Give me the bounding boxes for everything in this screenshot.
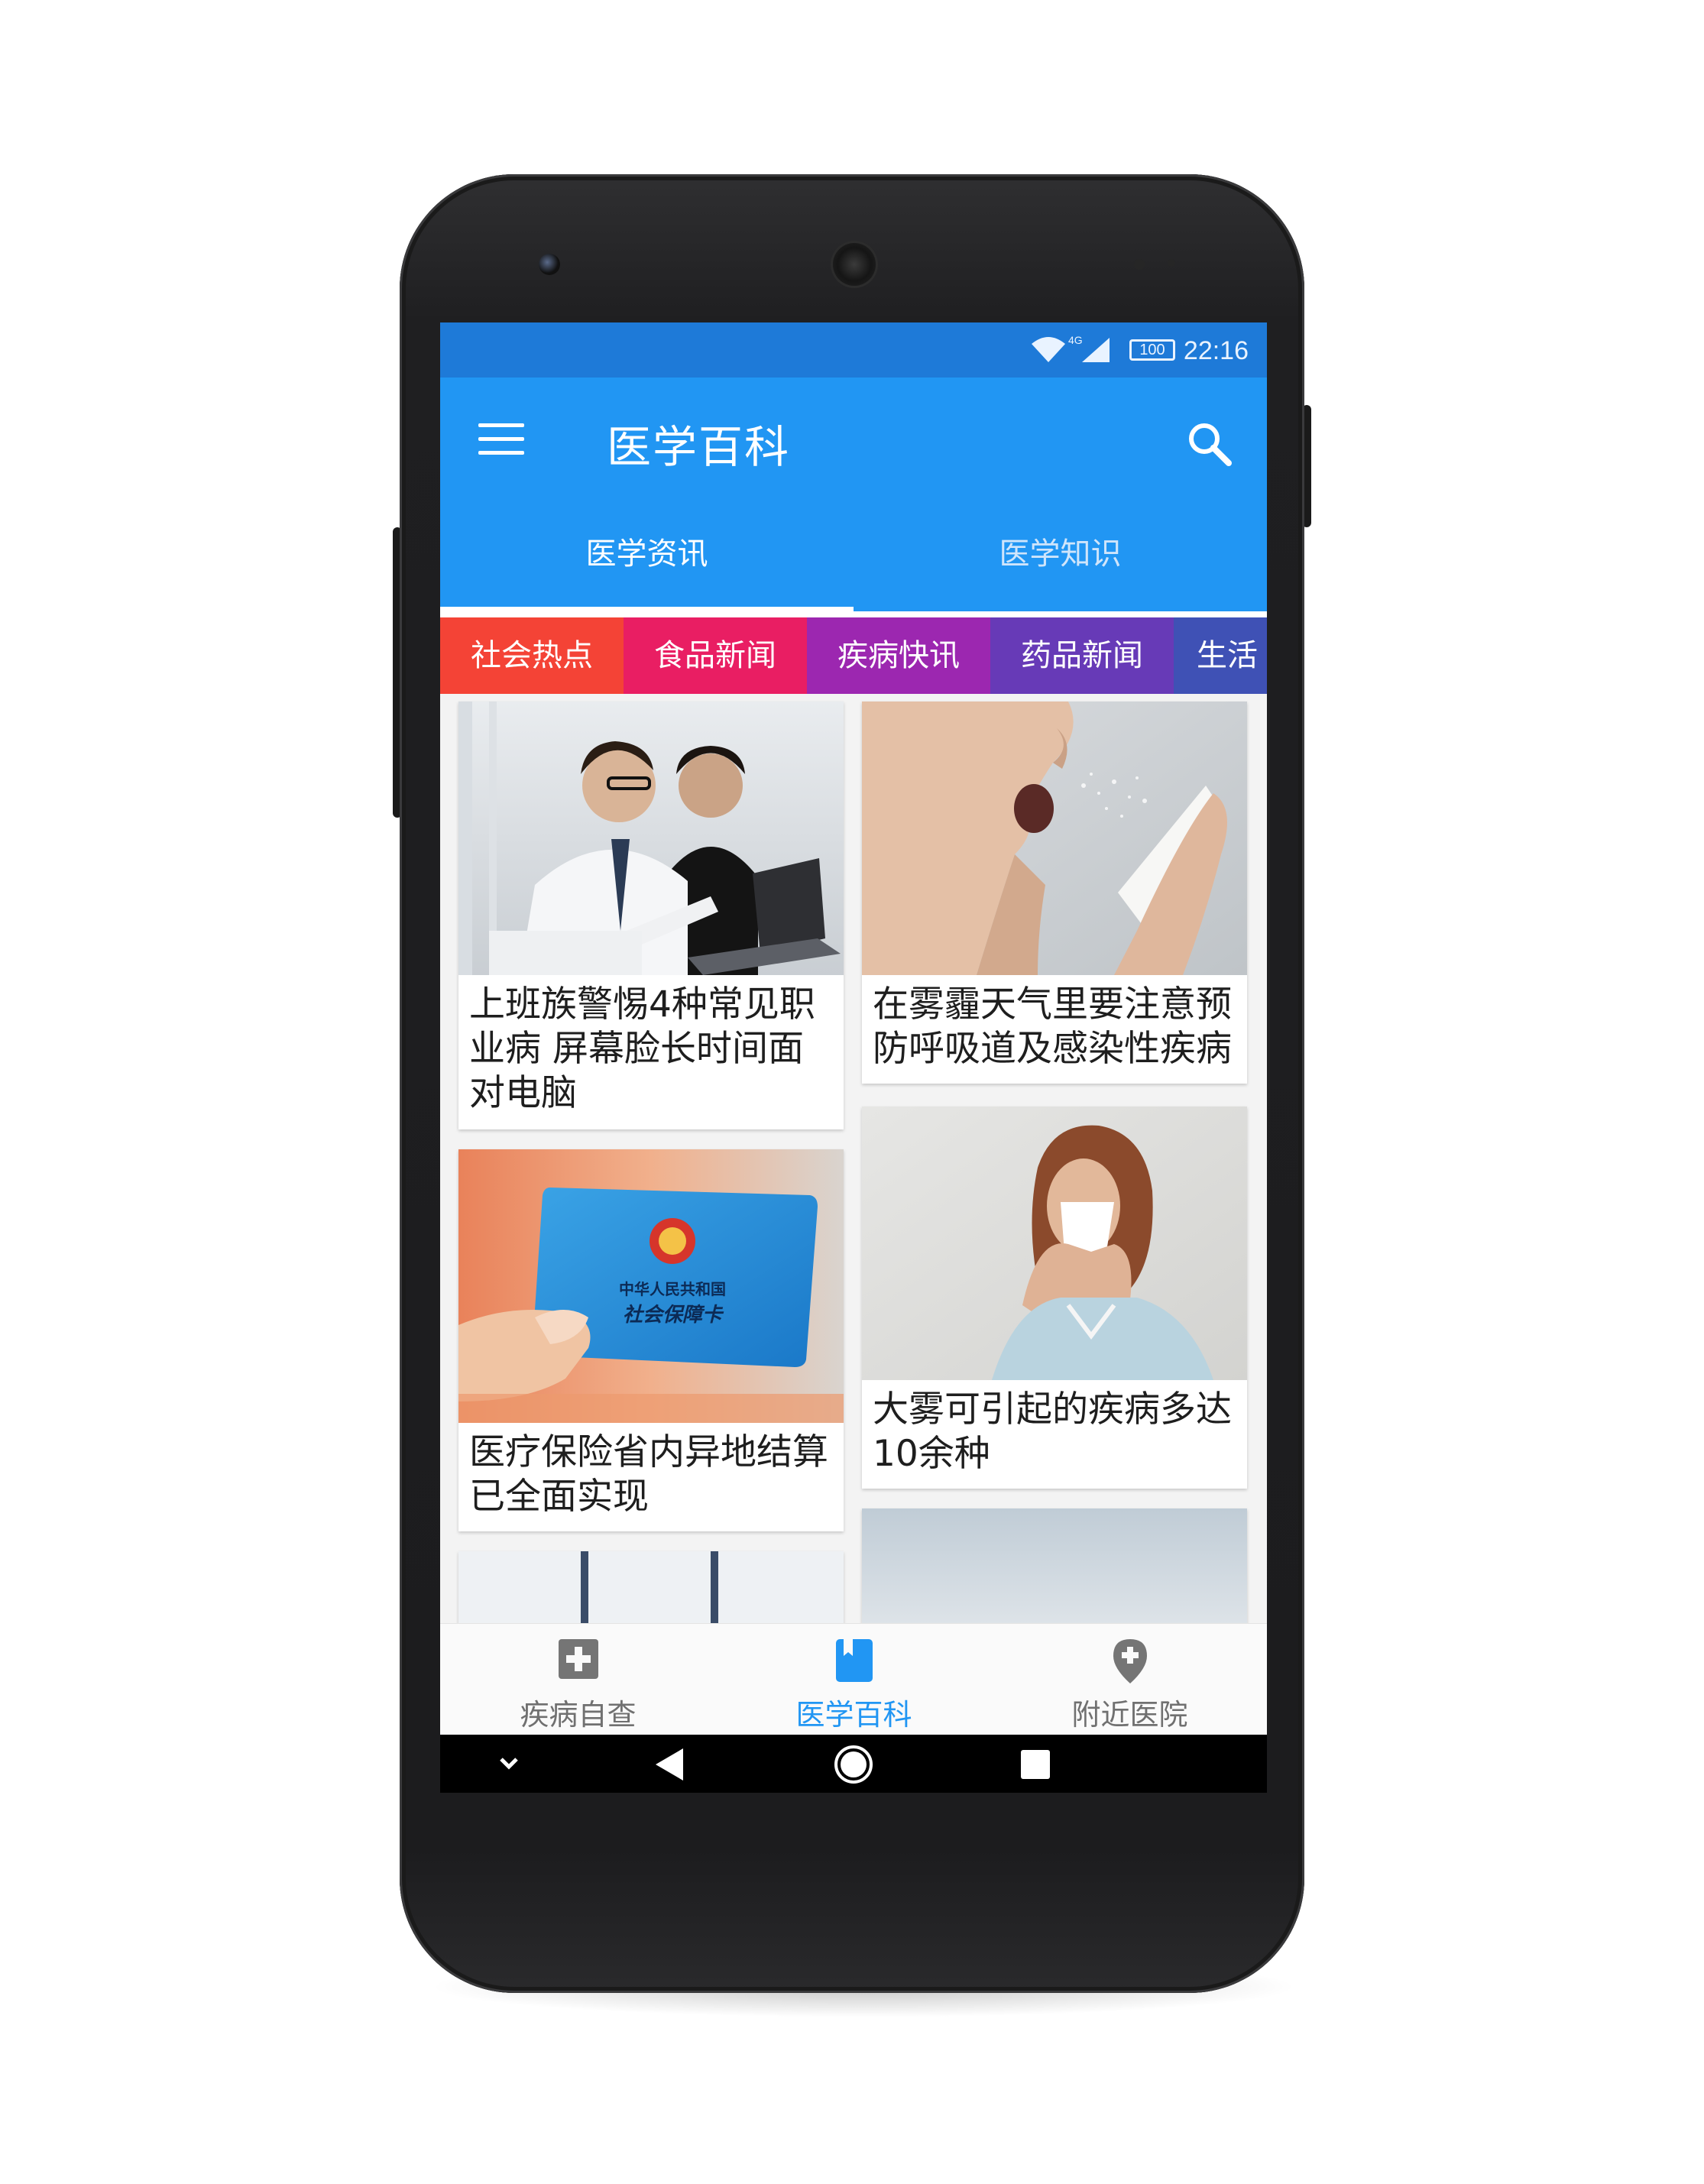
category-life[interactable]: 生活 (1174, 617, 1267, 694)
hamburger-menu-icon[interactable] (478, 423, 524, 462)
article-card-partial[interactable] (862, 1508, 1247, 1623)
wifi-icon (1032, 337, 1065, 362)
man-sneezing-photo (862, 702, 1247, 975)
social-security-card-photo: 中华人民共和国 社会保障卡 (458, 1149, 844, 1423)
medical-cross-icon (558, 1639, 598, 1679)
article-title: 上班族警惕4种常见职业病 屏幕脸长时间面对电脑 (469, 983, 815, 1114)
category-social-hotspot[interactable]: 社会热点 (440, 617, 624, 694)
hospital-location-pin-icon (1113, 1639, 1147, 1683)
office-workers-photo (458, 702, 844, 975)
search-icon[interactable] (1183, 417, 1236, 471)
earpiece-speaker (833, 243, 876, 286)
screen: 4G 100 22:16 医学百科 医学资讯 医学知识 社会热点 食品新闻 疾病… (440, 322, 1267, 1793)
tab-indicator (440, 607, 854, 611)
card-country-text: 中华人民共和国 (619, 1280, 726, 1298)
nav-label: 疾病自查 (520, 1698, 637, 1732)
tab-bar: 医学资讯 医学知识 (440, 509, 1267, 611)
status-bar: 4G 100 22:16 (440, 322, 1267, 378)
woman-blowing-nose-photo (862, 1107, 1247, 1380)
category-drug-news[interactable]: 药品新闻 (990, 617, 1174, 694)
category-disease-news[interactable]: 疾病快讯 (807, 617, 990, 694)
recents-icon[interactable] (1019, 1748, 1051, 1781)
proximity-sensor (1134, 259, 1145, 270)
cell-signal-icon (1082, 338, 1110, 362)
category-food-news[interactable]: 食品新闻 (624, 617, 807, 694)
network-type: 4G (1068, 334, 1083, 346)
card-name-text: 社会保障卡 (623, 1304, 724, 1327)
article-card-smog-respiratory[interactable]: 在雾霾天气里要注意预防呼吸道及感染性疾病 (862, 702, 1247, 1084)
bottom-navigation: 疾病自查 医学百科 附近医院 (440, 1623, 1267, 1735)
bookmark-book-icon (835, 1639, 873, 1682)
partial-photo (458, 1551, 844, 1623)
article-card-partial[interactable] (458, 1551, 844, 1623)
article-card-occupational-disease[interactable]: 上班族警惕4种常见职业病 屏幕脸长时间面对电脑 (458, 702, 844, 1129)
nav-nearby-hospital[interactable]: 附近医院 (992, 1624, 1267, 1735)
page-title: 医学百科 (607, 421, 791, 473)
hide-keyboard-chevron-icon[interactable] (495, 1751, 523, 1774)
light-sensor (1168, 259, 1175, 267)
app-bar: 医学百科 (440, 378, 1267, 509)
article-card-fog-diseases[interactable]: 大雾可引起的疾病多达10余种 (862, 1107, 1247, 1489)
nav-label: 附近医院 (1071, 1698, 1188, 1732)
article-title: 在雾霾天气里要注意预防呼吸道及感染性疾病 (873, 983, 1232, 1070)
tab-medical-news[interactable]: 医学资讯 (440, 509, 854, 611)
battery-icon: 100 (1129, 339, 1175, 361)
back-icon[interactable] (653, 1747, 686, 1782)
article-grid: 上班族警惕4种常见职业病 屏幕脸长时间面对电脑 在雾霾天气里要注意预防呼吸道及感… (440, 694, 1267, 1623)
partial-photo (862, 1508, 1247, 1623)
status-time: 22:16 (1183, 336, 1249, 365)
signal-icons: 4G (1032, 334, 1110, 362)
home-icon[interactable] (833, 1744, 874, 1785)
article-title: 医疗保险省内异地结算已全面实现 (469, 1431, 828, 1518)
front-camera (539, 254, 560, 275)
system-navigation-bar (440, 1735, 1267, 1793)
category-strip: 社会热点 食品新闻 疾病快讯 药品新闻 生活 (440, 617, 1267, 694)
tab-medical-knowledge[interactable]: 医学知识 (854, 509, 1267, 611)
article-title: 大雾可引起的疾病多达10余种 (873, 1388, 1232, 1475)
nav-medical-encyclopedia[interactable]: 医学百科 (716, 1624, 992, 1735)
article-card-medical-insurance[interactable]: 中华人民共和国 社会保障卡 医疗保险省内异地结算已全面实现 (458, 1149, 844, 1531)
nav-disease-check[interactable]: 疾病自查 (440, 1624, 716, 1735)
nav-label: 医学百科 (795, 1698, 912, 1732)
